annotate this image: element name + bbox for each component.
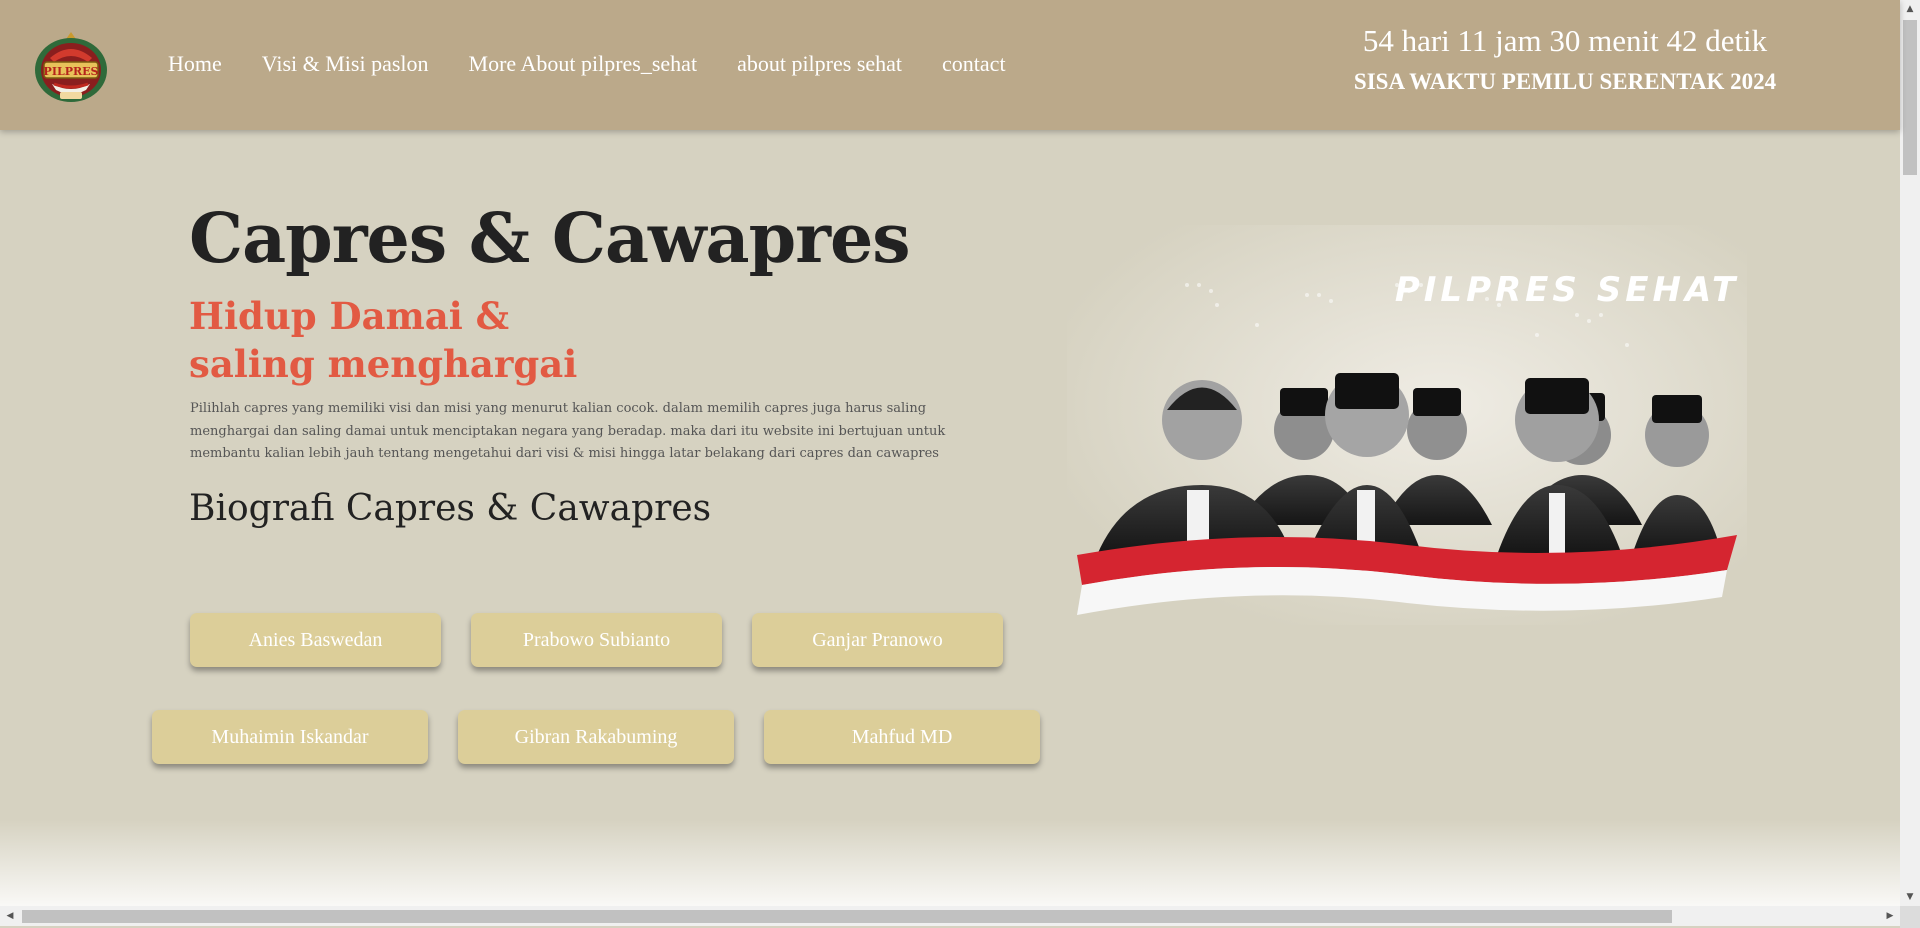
main-nav: Home Visi & Misi paslon More About pilpr…: [148, 50, 1026, 78]
horizontal-scroll-thumb[interactable]: [22, 910, 1672, 923]
scroll-left-arrow-icon[interactable]: ◀: [0, 906, 20, 926]
vertical-scrollbar[interactable]: ▲ ▼: [1900, 0, 1920, 906]
nav-visi-misi-link[interactable]: Visi & Misi paslon: [242, 50, 449, 78]
hero-title: Capres & Cawapres: [189, 199, 911, 279]
scroll-up-arrow-icon[interactable]: ▲: [1900, 0, 1920, 18]
muhaimin-iskandar-button[interactable]: Muhaimin Iskandar: [152, 710, 428, 764]
vertical-scroll-thumb[interactable]: [1903, 20, 1917, 175]
nav-contact-link[interactable]: contact: [922, 50, 1026, 78]
prabowo-subianto-button[interactable]: Prabowo Subianto: [471, 613, 722, 667]
nav-about-link[interactable]: about pilpres sehat: [717, 50, 922, 78]
scroll-down-arrow-icon[interactable]: ▼: [1900, 888, 1920, 906]
countdown-time: 54 hari 11 jam 30 menit 42 detik: [1362, 23, 1768, 58]
scrollbar-corner: [1900, 906, 1920, 928]
election-countdown: 54 hari 11 jam 30 menit 42 detik SISA WA…: [1290, 20, 1840, 98]
anies-baswedan-button[interactable]: Anies Baswedan: [190, 613, 441, 667]
hero-subtitle: Hidup Damai & saling menghargai: [189, 292, 749, 388]
pilpres-sehat-poster: PILPRES SEHAT: [1067, 225, 1747, 625]
horizontal-scrollbar[interactable]: ◀ ▶: [0, 906, 1900, 926]
ganjar-pranowo-button[interactable]: Ganjar Pranowo: [752, 613, 1003, 667]
gibran-rakabuming-button[interactable]: Gibran Rakabuming: [458, 710, 734, 764]
nav-more-about-link[interactable]: More About pilpres_sehat: [449, 50, 718, 78]
mahfud-md-button[interactable]: Mahfud MD: [764, 710, 1040, 764]
svg-text:PILPRES: PILPRES: [44, 65, 99, 78]
scroll-right-arrow-icon[interactable]: ▶: [1880, 906, 1900, 926]
poster-title: PILPRES SEHAT: [1395, 270, 1739, 310]
site-header: PILPRES Home Visi & Misi paslon More Abo…: [0, 0, 1900, 130]
countdown-label: SISA WAKTU PEMILU SERENTAK 2024: [1353, 69, 1777, 94]
hero-subtitle-line1: Hidup Damai &: [189, 294, 510, 338]
hero-description: Pilihlah capres yang memiliki visi dan m…: [190, 401, 946, 461]
biography-heading: Biografi Capres & Cawapres: [189, 488, 712, 529]
pilpres-logo[interactable]: PILPRES: [30, 28, 112, 104]
hero-subtitle-line2: saling menghargai: [189, 342, 578, 386]
bottom-fade: [0, 820, 1900, 920]
nav-home-link[interactable]: Home: [148, 50, 242, 78]
